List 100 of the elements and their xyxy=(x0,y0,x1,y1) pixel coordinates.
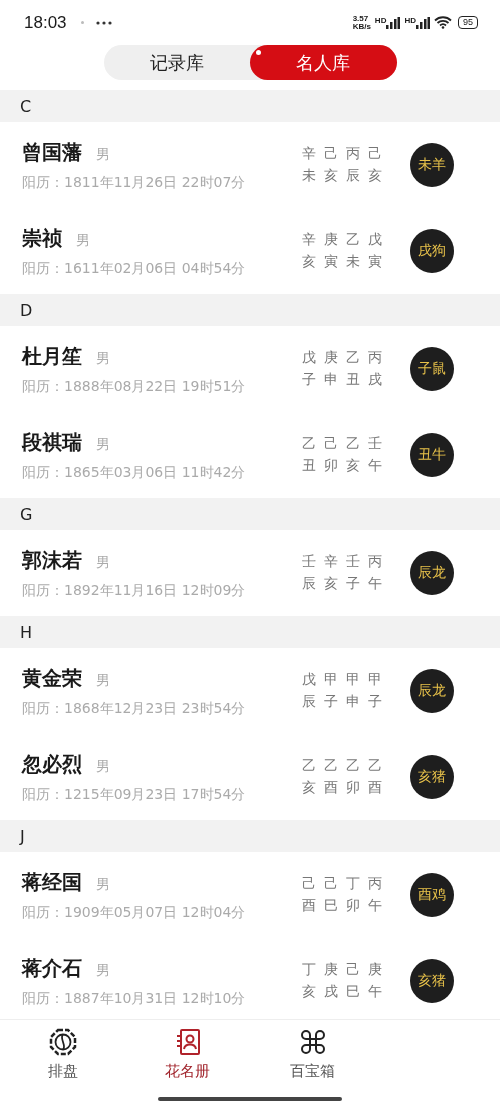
earthly-branch: 巳 xyxy=(324,897,339,915)
solar-date: 阳历：1888年08月22日 19时51分 xyxy=(22,377,247,396)
earthly-branch: 申 xyxy=(324,371,339,389)
heavenly-stem: 壬 xyxy=(346,553,361,571)
section-letter: G xyxy=(20,504,33,524)
earthly-branch: 辰 xyxy=(302,693,317,711)
heavenly-stem: 戊 xyxy=(302,349,317,367)
heavenly-stem: 庚 xyxy=(324,349,339,367)
tab[interactable]: 记录库 xyxy=(103,45,250,80)
heavenly-stem: 丙 xyxy=(368,349,383,367)
heavenly-stem: 辛 xyxy=(302,145,317,163)
heavenly-stem: 己 xyxy=(324,435,339,453)
earthly-branch: 亥 xyxy=(324,167,339,185)
solar-date: 阳历：1892年11月16日 12时09分 xyxy=(22,581,247,600)
heavenly-stem: 庚 xyxy=(324,231,339,249)
heavenly-stem: 乙 xyxy=(302,757,317,775)
heavenly-stem: 己 xyxy=(346,961,361,979)
earthly-branch: 子 xyxy=(368,693,383,711)
person-name[interactable]: 曾国藩 xyxy=(22,138,82,166)
earthly-branch: 亥 xyxy=(368,167,383,185)
person-name[interactable]: 崇祯 xyxy=(22,224,62,252)
person-name[interactable]: 段祺瑞 xyxy=(22,428,82,456)
solar-date: 阳历：1215年09月23日 17时54分 xyxy=(22,785,247,804)
earthly-branch: 亥 xyxy=(302,253,317,271)
gender-label: 男 xyxy=(96,961,110,980)
earthly-branch: 巳 xyxy=(346,983,361,1001)
heavenly-stem: 庚 xyxy=(324,961,339,979)
zodiac-badge: 丑牛 xyxy=(410,433,454,477)
contact-card-icon xyxy=(174,1028,201,1056)
zodiac-badge: 辰龙 xyxy=(410,551,454,595)
bagua-icon xyxy=(48,1028,77,1056)
nav-tab[interactable]: 百宝箱 xyxy=(250,1020,375,1111)
person-name[interactable]: 杜月笙 xyxy=(22,342,82,370)
battery-level: 95 xyxy=(458,16,478,29)
earthly-branch: 戌 xyxy=(368,371,383,389)
earthly-branch: 酉 xyxy=(324,779,339,797)
heavenly-stem: 甲 xyxy=(324,671,339,689)
heavenly-stem: 辛 xyxy=(324,553,339,571)
person-name[interactable]: 蒋介石 xyxy=(22,954,82,982)
earthly-branch: 午 xyxy=(368,897,383,915)
solar-date: 阳历：1909年05月07日 12时04分 xyxy=(22,903,247,922)
gender-label: 男 xyxy=(96,553,110,572)
heavenly-stem: 乙 xyxy=(302,435,317,453)
heavenly-stem: 甲 xyxy=(346,671,361,689)
network-speed-unit: KB/s xyxy=(352,22,371,31)
earthly-branch: 酉 xyxy=(302,897,317,915)
zodiac-badge: 未羊 xyxy=(410,143,454,187)
gender-label: 男 xyxy=(96,349,110,368)
zodiac-badge: 亥猪 xyxy=(410,959,454,1003)
earthly-branch: 午 xyxy=(368,457,383,475)
gender-label: 男 xyxy=(96,757,110,776)
nav-tab[interactable]: 排盘 xyxy=(0,1020,125,1111)
signal-icon xyxy=(416,16,430,29)
zodiac-badge: 酉鸡 xyxy=(410,873,454,917)
nav-tab[interactable]: 花名册 xyxy=(125,1020,250,1111)
earthly-branch: 未 xyxy=(302,167,317,185)
solar-date: 阳历：1868年12月23日 23时54分 xyxy=(22,699,247,718)
section-letter: D xyxy=(20,300,33,320)
earthly-branch: 辰 xyxy=(346,167,361,185)
zodiac-badge: 亥猪 xyxy=(410,755,454,799)
heavenly-stem: 壬 xyxy=(302,553,317,571)
earthly-branch: 亥 xyxy=(346,457,361,475)
solar-date: 阳历：1611年02月06日 04时54分 xyxy=(22,259,247,278)
gender-label: 男 xyxy=(96,435,110,454)
heavenly-stem: 壬 xyxy=(368,435,383,453)
heavenly-stem: 乙 xyxy=(346,435,361,453)
network-speed-value: 3.57 xyxy=(352,14,370,23)
gender-label: 男 xyxy=(96,671,110,690)
earthly-branch: 申 xyxy=(346,693,361,711)
heavenly-stem: 丙 xyxy=(368,875,383,893)
heavenly-stem: 己 xyxy=(368,145,383,163)
person-name[interactable]: 蒋经国 xyxy=(22,868,82,896)
person-name[interactable]: 忽必烈 xyxy=(22,750,82,778)
earthly-branch: 子 xyxy=(302,371,317,389)
person-name[interactable]: 郭沫若 xyxy=(22,546,82,574)
more-icon xyxy=(95,20,112,25)
heavenly-stem: 戊 xyxy=(368,231,383,249)
heavenly-stem: 丁 xyxy=(346,875,361,893)
wifi-icon xyxy=(434,16,452,29)
section-letter: C xyxy=(20,96,32,116)
solar-date: 阳历：1811年11月26日 22时07分 xyxy=(22,173,247,192)
heavenly-stem: 庚 xyxy=(368,961,383,979)
person-name[interactable]: 黄金荣 xyxy=(22,664,82,692)
gender-label: 男 xyxy=(76,231,90,250)
heavenly-stem: 乙 xyxy=(324,757,339,775)
heavenly-stem: 丙 xyxy=(368,553,383,571)
tab[interactable]: 名人库 xyxy=(250,45,397,80)
gender-label: 男 xyxy=(96,145,110,164)
four-loop-icon xyxy=(298,1028,327,1056)
gender-label: 男 xyxy=(96,875,110,894)
section-letter: H xyxy=(20,622,33,642)
earthly-branch: 未 xyxy=(346,253,361,271)
earthly-branch: 子 xyxy=(324,693,339,711)
heavenly-stem: 辛 xyxy=(302,231,317,249)
earthly-branch: 午 xyxy=(368,575,383,593)
heavenly-stem: 乙 xyxy=(346,231,361,249)
earthly-branch: 寅 xyxy=(368,253,383,271)
heavenly-stem: 乙 xyxy=(368,757,383,775)
earthly-branch: 卯 xyxy=(346,779,361,797)
earthly-branch: 丑 xyxy=(302,457,317,475)
